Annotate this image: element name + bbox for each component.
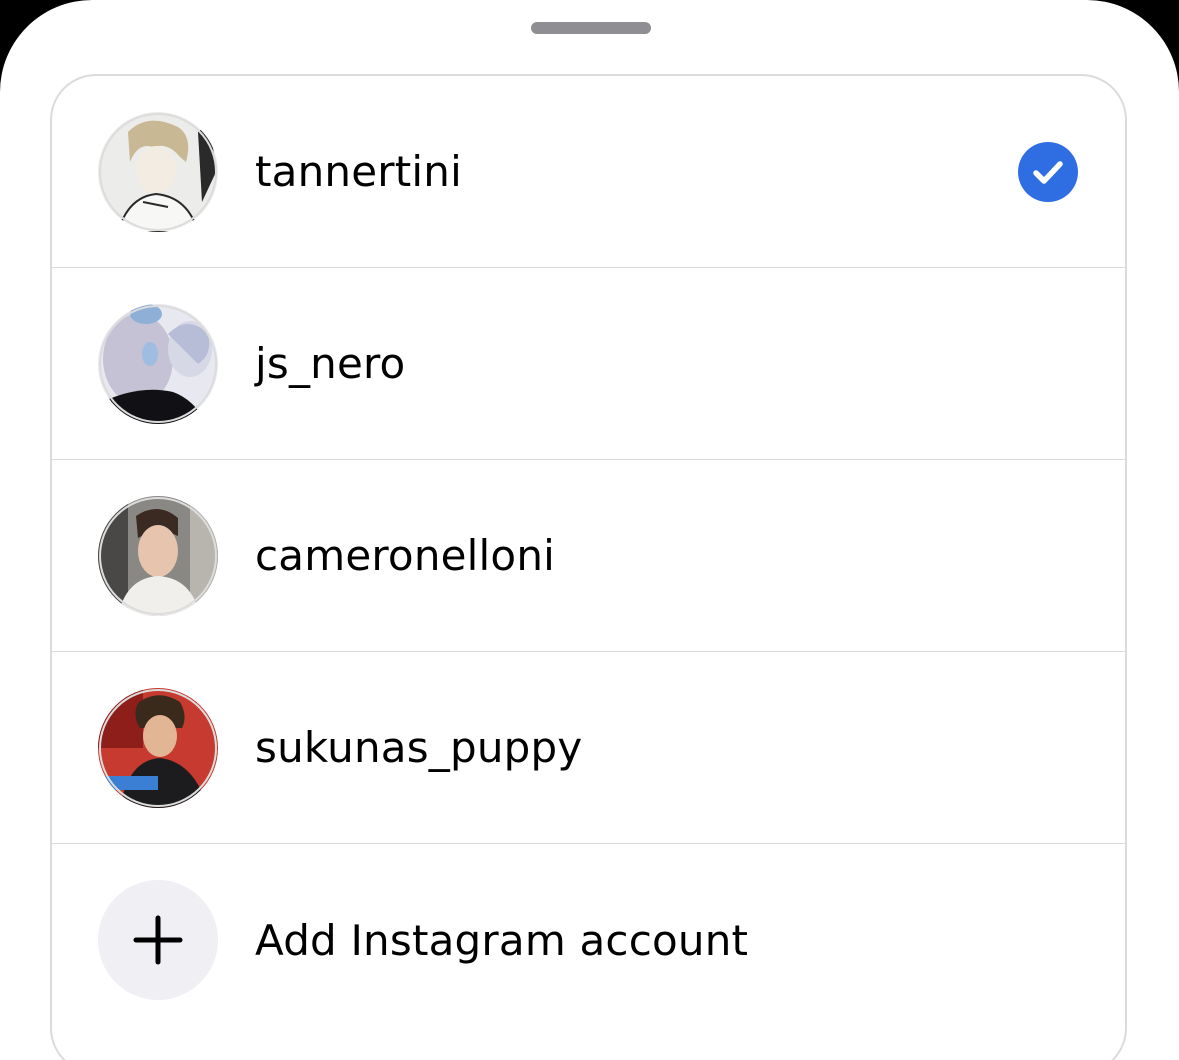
account-username: tannertini — [255, 147, 462, 196]
account-row-cameronelloni[interactable]: cameronelloni — [52, 460, 1125, 652]
selected-check-icon — [1018, 141, 1078, 202]
account-list: tannertini js_nero cameronelloni sukunas… — [50, 74, 1127, 1060]
avatar-js-nero — [98, 304, 218, 424]
add-account-row[interactable]: Add Instagram account — [52, 844, 1125, 1036]
account-row-sukunas-puppy[interactable]: sukunas_puppy — [52, 652, 1125, 844]
plus-icon — [98, 880, 218, 1000]
account-row-js-nero[interactable]: js_nero — [52, 268, 1125, 460]
add-account-label: Add Instagram account — [255, 915, 749, 965]
avatar-cameronelloni — [98, 496, 218, 616]
account-username: cameronelloni — [255, 531, 556, 580]
account-switcher-sheet: tannertini js_nero cameronelloni sukunas… — [0, 0, 1179, 1060]
avatar-tannertini — [98, 112, 218, 232]
account-row-tannertini[interactable]: tannertini — [52, 76, 1125, 268]
account-username: js_nero — [255, 339, 406, 388]
account-username: sukunas_puppy — [255, 723, 583, 772]
sheet-grabber[interactable] — [531, 22, 651, 34]
avatar-sukunas-puppy — [98, 688, 218, 808]
